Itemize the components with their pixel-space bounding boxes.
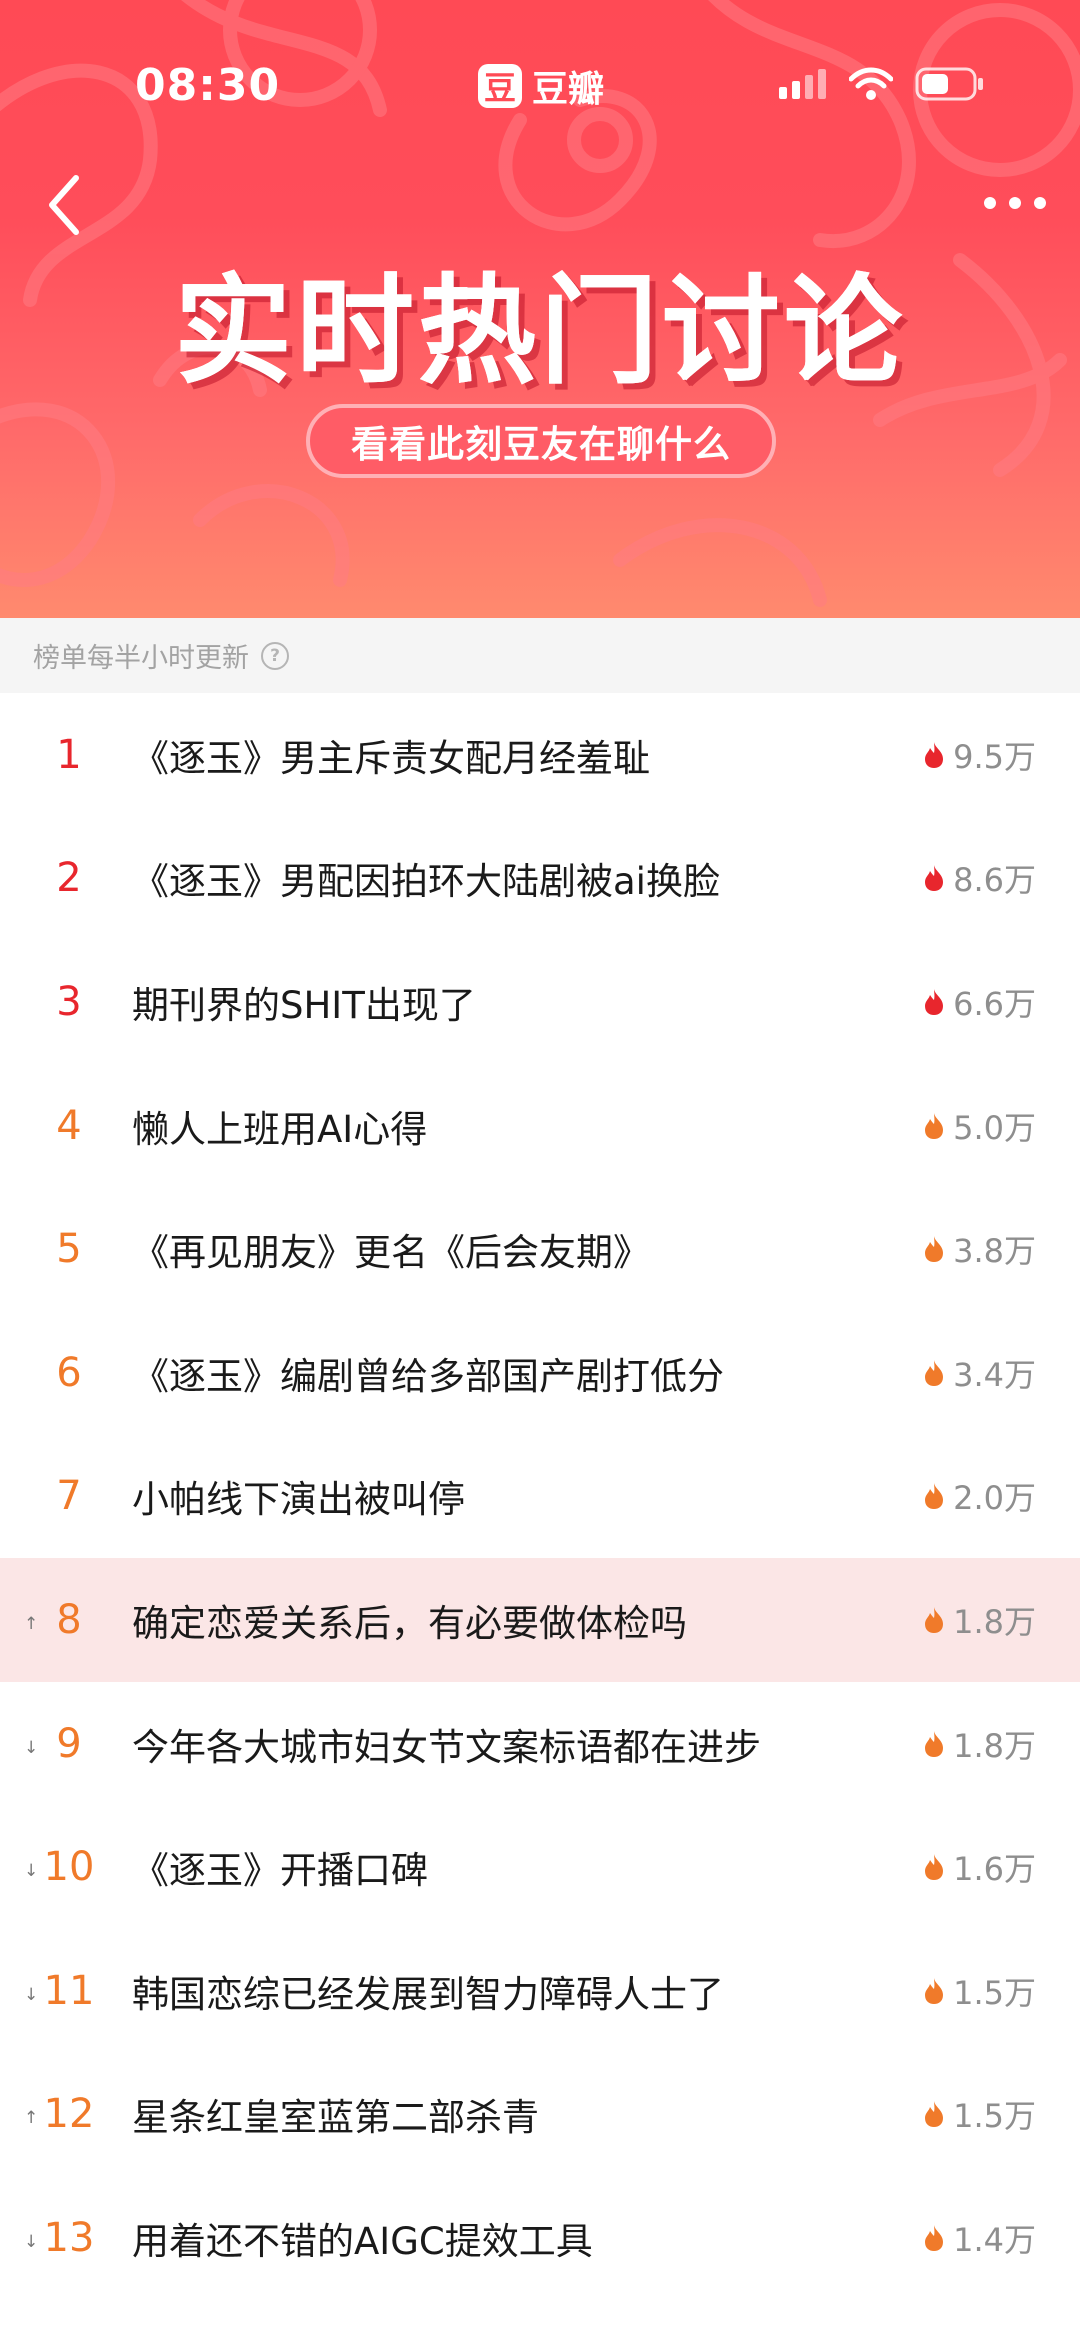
list-item[interactable]: ↑ 8 确定恋爱关系后，有必要做体检吗 1.8万 bbox=[0, 1558, 1080, 1682]
heat-value: 1.5万 bbox=[953, 2097, 1036, 2136]
page-subtitle: 看看此刻豆友在聊什么 bbox=[306, 404, 776, 478]
list-item[interactable]: ↓ 11 韩国恋综已经发展到智力障碍人士了 1.5万 bbox=[0, 1929, 1080, 2053]
heat-value: 9.5万 bbox=[953, 737, 1036, 776]
rank-number: 3 bbox=[56, 978, 82, 1025]
list-item[interactable]: 1 《逐玉》男主斥责女配月经羞耻 9.5万 bbox=[0, 693, 1080, 817]
heat-value: 1.4万 bbox=[953, 2220, 1036, 2259]
rank-number: 6 bbox=[56, 1349, 82, 1396]
rank-number: 2 bbox=[56, 855, 82, 902]
list-item[interactable]: 5 《再见朋友》更名《后会友期》 3.8万 bbox=[0, 1187, 1080, 1311]
heat-count: 5.0万 bbox=[923, 1103, 1036, 1149]
status-bar: 08:30 豆 豆瓣 bbox=[0, 60, 1080, 112]
heat-value: 1.6万 bbox=[953, 1850, 1036, 1889]
page-title: 实时热门讨论 bbox=[173, 262, 906, 400]
topic-title: 期刊界的SHIT出现了 bbox=[132, 983, 476, 1027]
hot-topic-list: 1 《逐玉》男主斥责女配月经羞耻 9.5万 2 《逐玉》男配因拍环大陆剧被ai换… bbox=[0, 693, 1080, 2300]
heat-value: 1.8万 bbox=[953, 1726, 1036, 1765]
rank-number: 1 bbox=[56, 731, 82, 778]
douban-logo: 豆 bbox=[478, 64, 522, 108]
list-item[interactable]: 7 小帕线下演出被叫停 2.0万 bbox=[0, 1435, 1080, 1559]
heat-value: 5.0万 bbox=[953, 1108, 1036, 1147]
chevron-left-icon bbox=[49, 175, 79, 235]
list-item[interactable]: 2 《逐玉》男配因拍环大陆剧被ai换脸 8.6万 bbox=[0, 817, 1080, 941]
signal-icon bbox=[779, 69, 826, 99]
flame-icon bbox=[925, 1112, 944, 1139]
flame-icon bbox=[925, 2101, 944, 2128]
hero-banner: 08:30 豆 豆瓣 实时热门讨论 看看此刻豆友在聊什么 bbox=[0, 0, 1080, 618]
topic-title: 懒人上班用AI心得 bbox=[132, 1107, 428, 1151]
status-time: 08:30 bbox=[135, 60, 281, 111]
heat-value: 8.6万 bbox=[953, 861, 1036, 900]
heat-count: 1.5万 bbox=[923, 1968, 1036, 2014]
rank-number: 8 bbox=[56, 1596, 82, 1643]
heat-count: 1.4万 bbox=[923, 2215, 1036, 2261]
heat-value: 3.8万 bbox=[953, 1232, 1036, 1271]
update-note: 榜单每半小时更新 ? bbox=[0, 618, 1080, 693]
back-button[interactable] bbox=[40, 170, 90, 240]
topic-title: 《逐玉》编剧曾给多部国产剧打低分 bbox=[132, 1354, 724, 1398]
more-button[interactable] bbox=[980, 178, 1050, 228]
flame-icon bbox=[925, 1606, 944, 1633]
update-note-text: 榜单每半小时更新 bbox=[33, 643, 249, 674]
battery-icon bbox=[915, 67, 983, 101]
rank-number: 7 bbox=[56, 1473, 82, 1520]
heat-count: 6.6万 bbox=[923, 979, 1036, 1025]
heat-count: 2.0万 bbox=[923, 1473, 1036, 1519]
rank-number: 9 bbox=[56, 1720, 82, 1767]
heat-count: 1.6万 bbox=[923, 1844, 1036, 1890]
rank-number: 12 bbox=[43, 2091, 95, 2138]
app-name: 豆瓣 bbox=[532, 69, 605, 110]
heat-count: 1.8万 bbox=[923, 1721, 1036, 1767]
topic-title: 小帕线下演出被叫停 bbox=[132, 1478, 465, 1522]
wifi-icon bbox=[849, 67, 893, 100]
heat-value: 1.8万 bbox=[953, 1602, 1036, 1641]
topic-title: 《逐玉》男配因拍环大陆剧被ai换脸 bbox=[132, 860, 720, 904]
topic-title: 《再见朋友》更名《后会友期》 bbox=[132, 1231, 650, 1275]
rank-number: 13 bbox=[43, 2214, 95, 2261]
list-item[interactable]: ↑ 12 星条红皇室蓝第二部杀青 1.5万 bbox=[0, 2053, 1080, 2177]
topic-title: 确定恋爱关系后，有必要做体检吗 bbox=[132, 1601, 687, 1645]
heat-count: 3.4万 bbox=[923, 1350, 1036, 1396]
rank-number: 5 bbox=[56, 1226, 82, 1273]
rank-number: 10 bbox=[43, 1844, 95, 1891]
heat-value: 1.5万 bbox=[953, 1973, 1036, 2012]
list-item[interactable]: 3 期刊界的SHIT出现了 6.6万 bbox=[0, 940, 1080, 1064]
heat-count: 3.8万 bbox=[923, 1226, 1036, 1272]
topic-title: 韩国恋综已经发展到智力障碍人士了 bbox=[132, 1972, 724, 2016]
topic-title: 星条红皇室蓝第二部杀青 bbox=[132, 2096, 539, 2140]
heat-count: 1.5万 bbox=[923, 2091, 1036, 2137]
flame-icon bbox=[925, 741, 944, 768]
heat-count: 8.6万 bbox=[923, 855, 1036, 901]
list-item[interactable]: ↓ 13 用着还不错的AIGC提效工具 1.4万 bbox=[0, 2176, 1080, 2300]
more-dots-icon bbox=[984, 197, 1046, 209]
topic-title: 用着还不错的AIGC提效工具 bbox=[132, 2219, 593, 2263]
heat-value: 6.6万 bbox=[953, 984, 1036, 1023]
heat-count: 9.5万 bbox=[923, 732, 1036, 778]
flame-icon bbox=[925, 988, 944, 1015]
list-item[interactable]: ↓ 9 今年各大城市妇女节文案标语都在进步 1.8万 bbox=[0, 1682, 1080, 1806]
flame-icon bbox=[925, 1236, 944, 1263]
flame-icon bbox=[925, 1483, 944, 1510]
status-icons bbox=[779, 66, 985, 102]
rank-number: 4 bbox=[56, 1102, 82, 1149]
flame-icon bbox=[925, 865, 944, 892]
heat-value: 3.4万 bbox=[953, 1355, 1036, 1394]
topic-title: 今年各大城市妇女节文案标语都在进步 bbox=[132, 1725, 761, 1769]
topic-title: 《逐玉》男主斥责女配月经羞耻 bbox=[132, 736, 650, 780]
heat-count: 1.8万 bbox=[923, 1597, 1036, 1643]
list-item[interactable]: ↓ 10 《逐玉》开播口碑 1.6万 bbox=[0, 1805, 1080, 1929]
rank-number: 11 bbox=[43, 1967, 95, 2014]
flame-icon bbox=[925, 2224, 944, 2251]
app-brand: 豆 豆瓣 bbox=[478, 60, 604, 112]
topic-title: 《逐玉》开播口碑 bbox=[132, 1849, 428, 1893]
heat-value: 2.0万 bbox=[953, 1479, 1036, 1518]
flame-icon bbox=[925, 1730, 944, 1757]
list-item[interactable]: 6 《逐玉》编剧曾给多部国产剧打低分 3.4万 bbox=[0, 1311, 1080, 1435]
help-icon[interactable]: ? bbox=[261, 641, 289, 670]
flame-icon bbox=[925, 1977, 944, 2004]
flame-icon bbox=[925, 1854, 944, 1881]
list-item[interactable]: 4 懒人上班用AI心得 5.0万 bbox=[0, 1064, 1080, 1188]
flame-icon bbox=[925, 1359, 944, 1386]
